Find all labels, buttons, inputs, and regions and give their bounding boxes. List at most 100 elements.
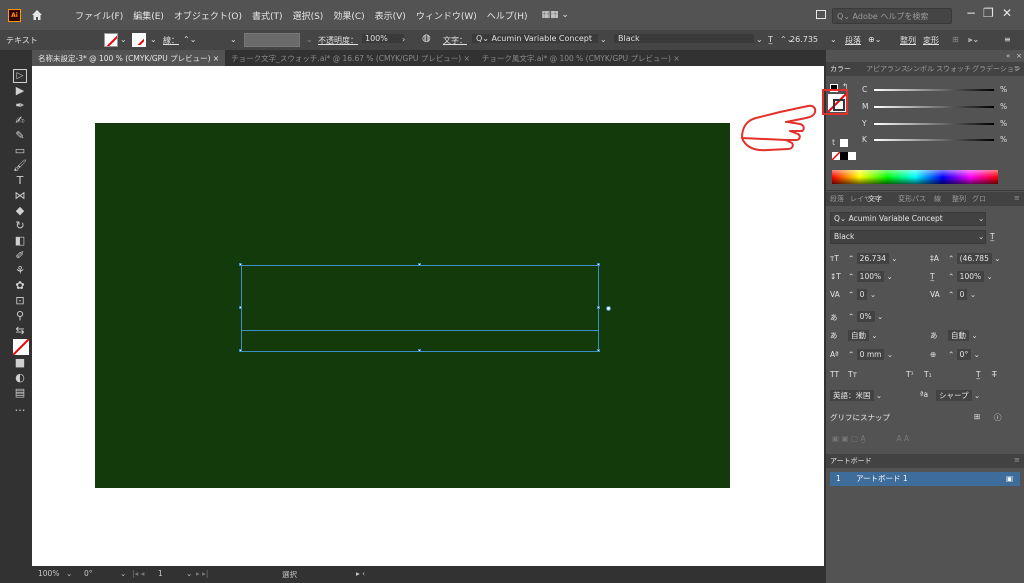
transform-link[interactable]: 変形 <box>923 35 939 46</box>
eyedropper-tool-icon[interactable]: ✐ <box>13 249 27 263</box>
font-family-dropdown[interactable]: Q⌄ Acumin Variable Concept <box>830 212 986 226</box>
home-icon[interactable] <box>31 9 43 21</box>
screen-mode-icon[interactable]: ▤ <box>13 386 27 400</box>
none-swatch[interactable] <box>832 152 840 160</box>
menu-help[interactable]: ヘルプ(H) <box>487 9 528 22</box>
white-swatch[interactable] <box>848 152 856 160</box>
align-link[interactable]: 整列 <box>900 35 916 46</box>
underline-icon[interactable]: T̲ <box>976 370 981 379</box>
aki-left-dropdown[interactable]: 自動 ⌄ <box>848 330 878 341</box>
selection-handle[interactable] <box>239 349 242 352</box>
document-tab[interactable]: チョーク文字_スウォッチ.ai* @ 16.67 % (CMYK/GPU プレビ… <box>225 50 476 66</box>
menu-effect[interactable]: 効果(C) <box>333 9 364 22</box>
opacity-arrow-icon[interactable]: › <box>402 35 405 44</box>
tab-appearance[interactable]: アピアランス <box>866 64 908 74</box>
brush-chevron-icon[interactable]: ⌄ <box>306 35 313 44</box>
document-canvas[interactable] <box>32 66 824 566</box>
font-style-chevron-icon[interactable]: ⌄ <box>978 232 984 241</box>
tracking-stepper[interactable]: ⌃ 0 ⌄ <box>948 289 976 300</box>
antialias-dropdown[interactable]: シャープ ⌄ <box>936 390 980 401</box>
collapse-panels-icon[interactable]: « <box>1006 52 1010 60</box>
char-rotation-input[interactable]: 0° <box>956 349 972 360</box>
selection-tool-icon[interactable]: ▷ <box>13 69 27 83</box>
arrange-docs-icon[interactable] <box>816 10 826 19</box>
zoom-level[interactable]: 100% <box>38 569 59 578</box>
magenta-slider[interactable]: M% <box>856 101 1016 113</box>
character-label[interactable]: 文字： <box>443 35 467 46</box>
kerning-input[interactable]: 0 <box>856 289 868 300</box>
tab-transform[interactable]: 変形 <box>898 194 912 204</box>
tab-artboards[interactable]: アートボード <box>830 456 872 466</box>
restore-icon[interactable]: ❐ <box>983 6 994 20</box>
menu-type[interactable]: 書式(T) <box>252 9 283 22</box>
selection-handle[interactable] <box>418 263 421 266</box>
out-port-handle[interactable] <box>606 306 611 311</box>
current-tool-label[interactable]: 選択 <box>282 569 297 580</box>
snap-options-icons[interactable]: ▣ ▣ ▢ A̲ A A <box>832 434 909 443</box>
tab-character[interactable]: 文字 <box>868 194 882 204</box>
baseline-shift-stepper[interactable]: ⌃ 0 mm ⌄ <box>848 349 893 360</box>
help-search-input[interactable]: Q⌄ Adobe ヘルプを検索 <box>832 8 952 24</box>
workspace-switcher[interactable]: ▦▦ ⌄ <box>542 10 569 20</box>
yellow-slider[interactable]: Y% <box>856 118 1016 130</box>
selection-handle[interactable] <box>597 306 600 309</box>
artboard[interactable] <box>95 123 730 488</box>
paintbrush-tool-icon[interactable]: 🖌 <box>13 159 27 173</box>
vertical-scale-input[interactable]: 100% <box>856 271 885 282</box>
all-caps-icon[interactable]: TT <box>830 370 839 379</box>
horizontal-scale-input[interactable]: 100% <box>956 271 985 282</box>
tab-stroke[interactable]: 線 <box>934 194 941 204</box>
blend-tool-icon[interactable]: ⚘ <box>13 264 27 278</box>
isolate-icon[interactable]: ⊞ <box>952 35 959 44</box>
subscript-icon[interactable]: T₁ <box>924 370 932 379</box>
char-rotation-stepper[interactable]: ⌃ 0° ⌄ <box>948 349 980 360</box>
font-style-dropdown[interactable]: Black <box>614 34 754 43</box>
artboard-next-last-icon[interactable]: ▸ ▸| <box>196 569 208 578</box>
tsume-stepper[interactable]: ⌃ 0% ⌄ <box>848 311 883 322</box>
cyan-slider[interactable]: C% <box>856 84 1016 96</box>
selection-handle[interactable] <box>239 263 242 266</box>
rectangle-tool-icon[interactable]: ▭ <box>13 144 27 158</box>
baseline-shift-input[interactable]: 0 mm <box>856 349 885 360</box>
document-tab[interactable]: 名称未設定-3* @ 100 % (CMYK/GPU プレビュー) × <box>32 50 226 66</box>
leading-input[interactable]: (46.785 <box>956 253 992 264</box>
tsume-input[interactable]: 0% <box>856 311 875 322</box>
font-family-dropdown[interactable]: Q⌄ Acumin Variable Concept <box>472 34 598 43</box>
pen-tool-icon[interactable]: ✒ <box>13 99 27 113</box>
direct-selection-tool-icon[interactable]: ▶ <box>13 84 27 98</box>
font-size-chevron-icon[interactable]: ⌄ <box>830 35 837 44</box>
leading-stepper[interactable]: ⌃ (46.785 ⌄ <box>948 253 1001 264</box>
aki-right-dropdown[interactable]: 自動 ⌄ <box>948 330 978 341</box>
rotate-tool-icon[interactable]: ↻ <box>13 219 27 233</box>
opacity-label[interactable]: 不透明度： <box>318 35 358 46</box>
anchor-tool-icon[interactable]: ✎ <box>13 129 27 143</box>
tab-close-icon[interactable]: × <box>213 54 219 63</box>
tab-align[interactable]: 整列 <box>952 194 966 204</box>
white-swatch[interactable] <box>840 139 848 147</box>
panel-menu-icon[interactable]: ≡ <box>1014 64 1020 72</box>
tab-paragraph[interactable]: 段落 <box>830 194 844 204</box>
status-arrow-icon[interactable]: ▸ ‹ <box>356 569 365 578</box>
panel-menu-icon[interactable]: ≡ <box>1014 194 1020 202</box>
font-family-chevron-icon[interactable]: ⌄ <box>600 35 607 44</box>
arrange-icon[interactable]: ⫸⌄ <box>968 35 979 45</box>
menu-view[interactable]: 表示(V) <box>375 9 406 22</box>
selection-handle[interactable] <box>418 349 421 352</box>
stroke-weight-label[interactable]: 線： <box>163 35 179 46</box>
type-tool-icon[interactable]: T <box>13 174 27 188</box>
more-tools-icon[interactable]: … <box>13 401 27 415</box>
selection-handle[interactable] <box>597 263 600 266</box>
menu-file[interactable]: ファイル(F) <box>75 9 123 22</box>
info-icon[interactable]: ⓘ <box>994 412 1002 423</box>
paragraph-link[interactable]: 段落 <box>845 35 861 46</box>
opentype-icon[interactable]: ⊕⌄ <box>868 35 881 44</box>
free-transform-tool-icon[interactable]: ◧ <box>13 234 27 248</box>
font-size-input[interactable]: 26.734 <box>856 253 889 264</box>
black-slider[interactable]: K% <box>856 134 1016 146</box>
font-style-dropdown[interactable]: Black <box>830 230 986 244</box>
tab-swatches[interactable]: スウォッチ <box>936 64 971 74</box>
panel-close-icon[interactable]: × <box>1016 52 1022 60</box>
kerning-stepper[interactable]: ⌃ 0 ⌄ <box>848 289 876 300</box>
artboard-options-icon[interactable]: ▣ <box>1006 472 1013 486</box>
swap-fill-stroke-icon[interactable]: ⇆ <box>13 324 27 338</box>
